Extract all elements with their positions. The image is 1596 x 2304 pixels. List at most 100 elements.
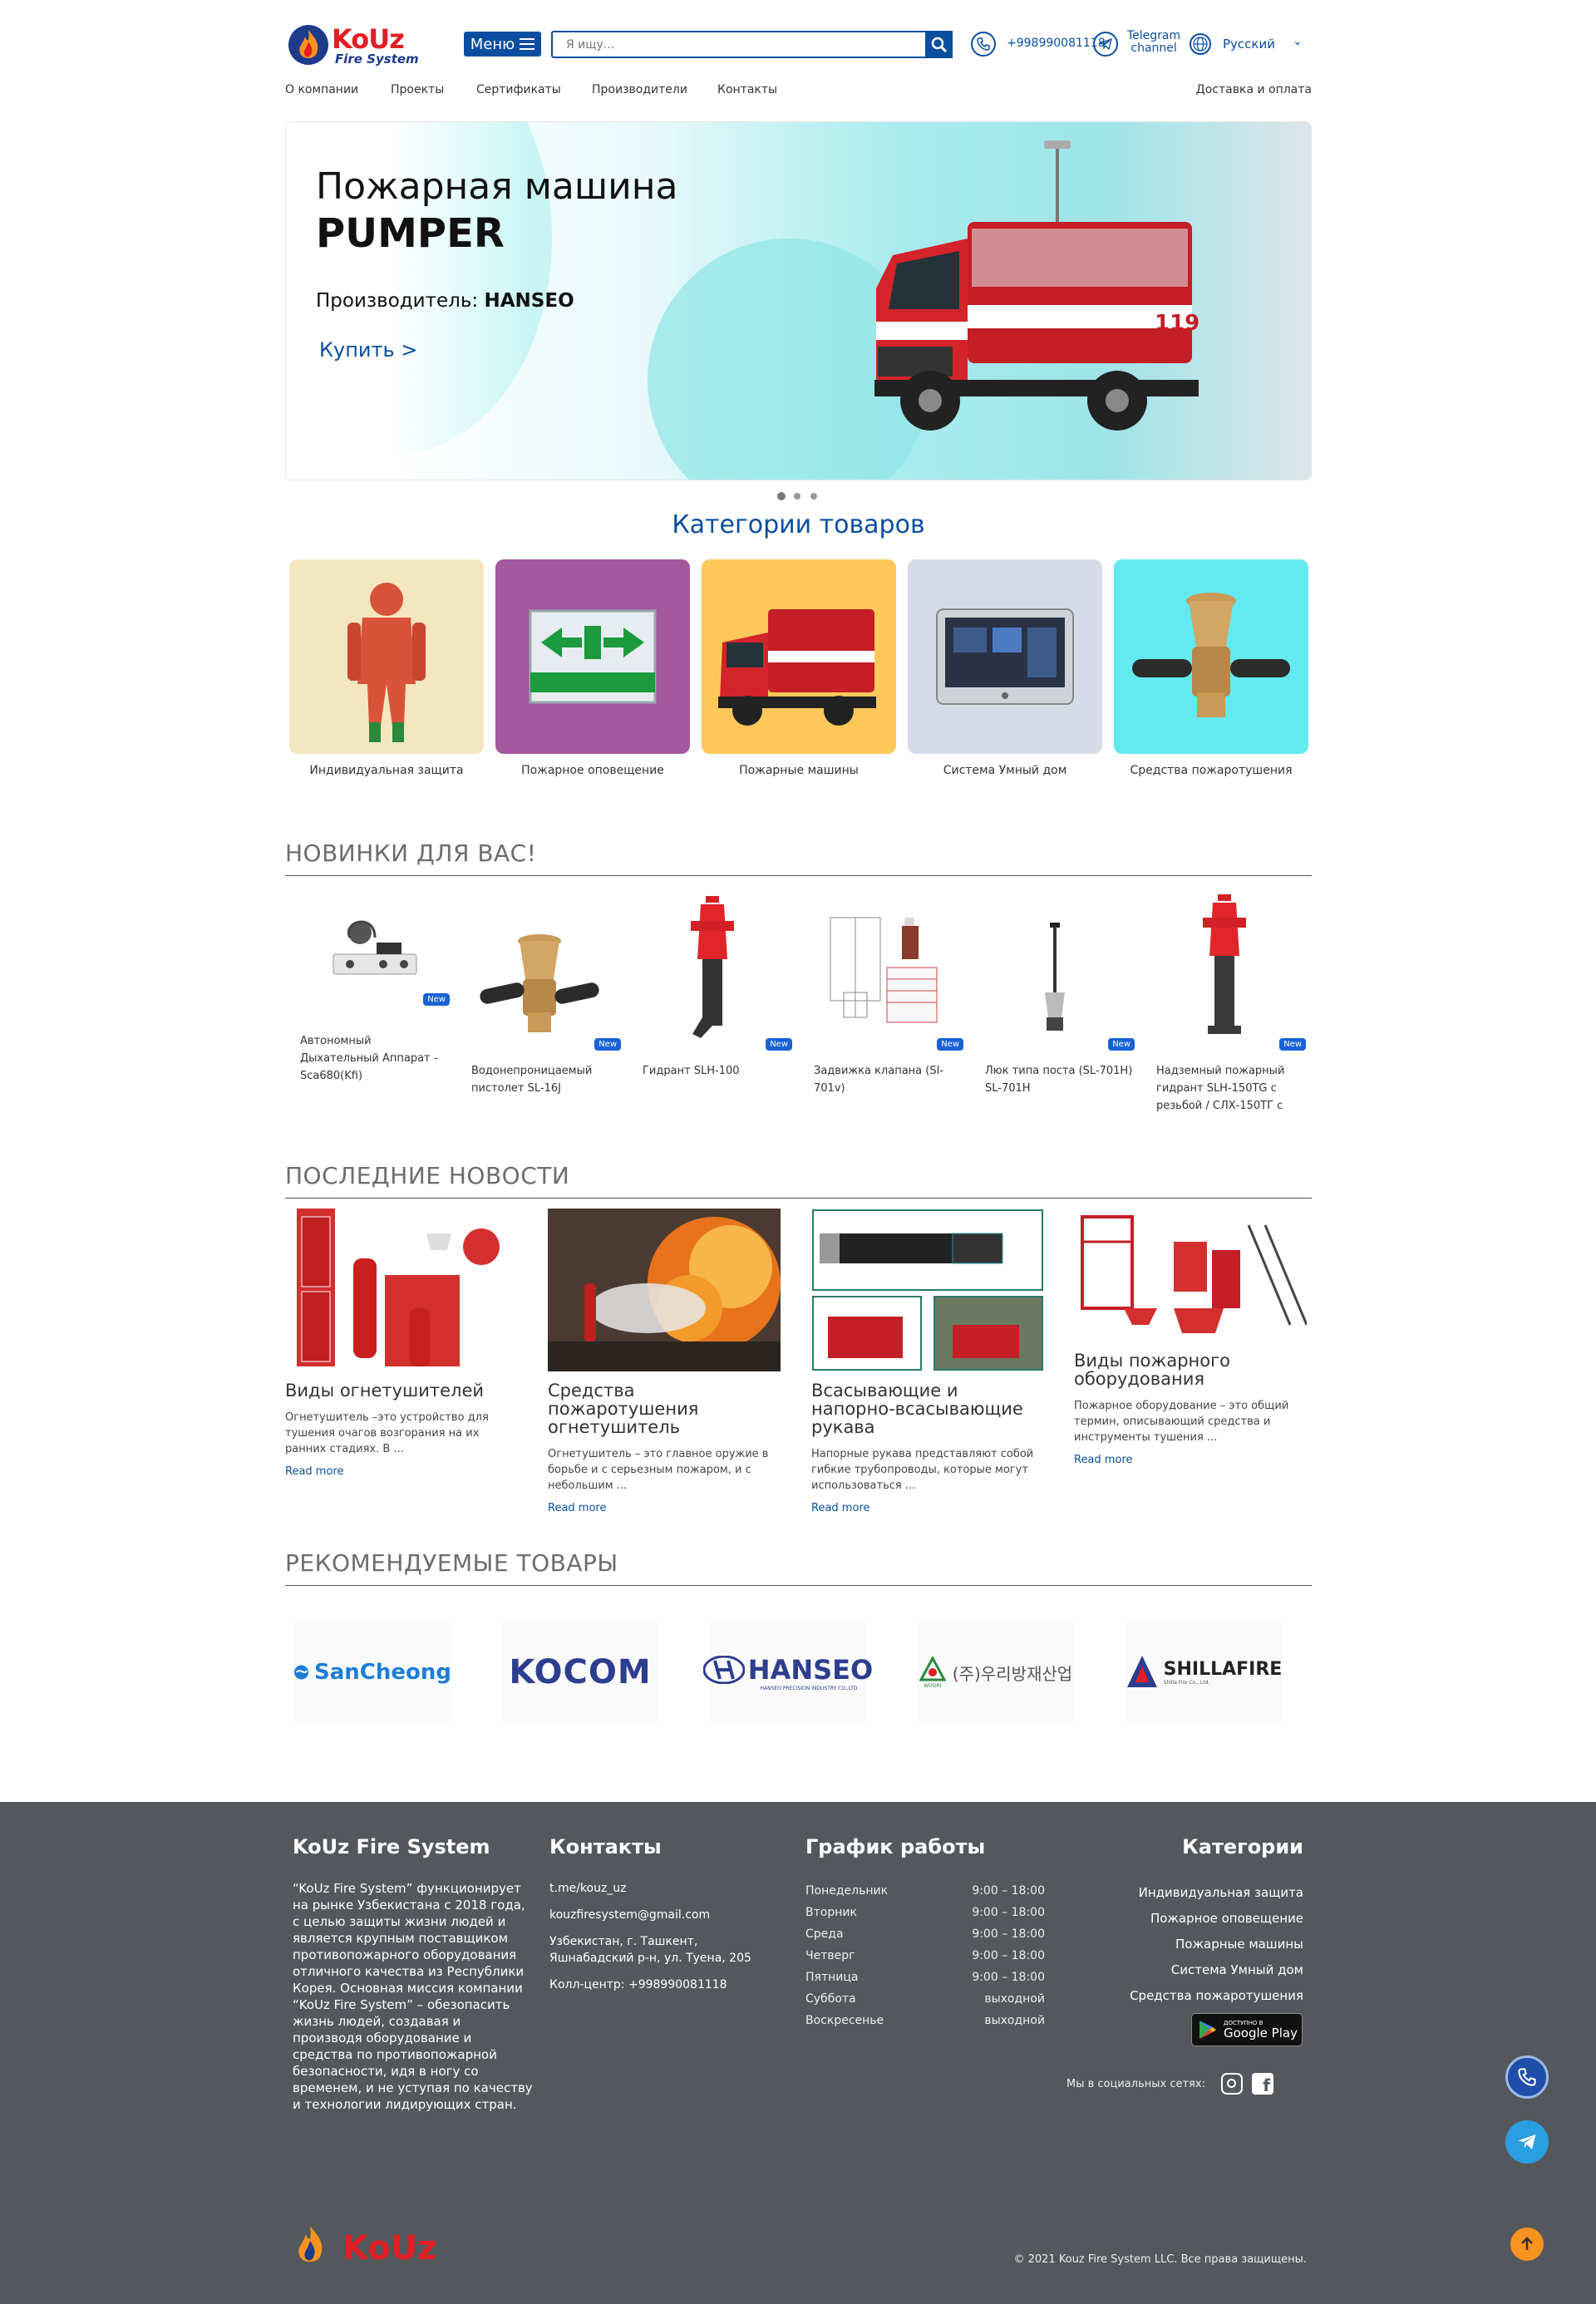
news-card[interactable]: Виды огнетушителей Огнетушитель –это уст…	[285, 1209, 508, 1478]
category-card-smart-home[interactable]: Система Умный дом	[908, 559, 1102, 777]
footer-telegram-link[interactable]: t.me/kouz_uz	[549, 1880, 791, 1897]
schedule-hours: 9:00 – 18:00	[972, 1927, 1045, 1941]
footer-about-text: “KoUz Fire System” функционирует на рынк…	[293, 1881, 533, 2112]
category-card-alarm[interactable]: Пожарное оповещение	[495, 559, 690, 777]
category-label: Средства пожаротушения	[1130, 764, 1293, 777]
product-card[interactable]: New Гидрант SLH-100	[643, 893, 792, 1080]
footer-callcenter[interactable]: Колл-центр: +998990081118	[549, 1977, 791, 1993]
site-footer: KoUz Fire System “KoUz Fire System” функ…	[0, 1802, 1596, 2304]
header-phone[interactable]: +998990081118	[1007, 37, 1106, 50]
arrow-up-icon	[1521, 2237, 1533, 2250]
site-logo[interactable]: KoUz Fire System	[287, 23, 419, 66]
telegram-icon	[1518, 2134, 1536, 2149]
product-card[interactable]: New Задвижка клапана (SI-701v)	[814, 893, 963, 1097]
category-card-protection[interactable]: Индивидуальная защита	[289, 559, 484, 777]
slider-dot-3[interactable]	[810, 493, 817, 500]
product-card[interactable]: New Водонепроницаемый пистолет SL-16J	[471, 893, 621, 1097]
instagram-icon[interactable]	[1221, 2073, 1243, 2095]
new-badge: New	[594, 1038, 621, 1051]
read-more-link[interactable]: Read more	[548, 1502, 781, 1514]
news-card[interactable]: Всасывающие и напорно-всасывающие рукава…	[811, 1209, 1044, 1514]
footer-about: KoUz Fire System “KoUz Fire System” функ…	[293, 1835, 534, 2113]
category-tile	[495, 559, 690, 754]
read-more-link[interactable]: Read more	[1074, 1454, 1307, 1466]
brand-logo-woori[interactable]: WOORI (주)우리방재산업	[917, 1622, 1075, 1722]
new-badge: New	[766, 1038, 792, 1051]
fire-truck-image: 119	[874, 140, 1199, 431]
search-input[interactable]	[553, 32, 919, 57]
search-icon	[931, 37, 947, 52]
brand-logo-kocom[interactable]: KOCOM	[501, 1622, 659, 1722]
news-card[interactable]: Средства пожаротушения огнетушитель Огне…	[548, 1209, 781, 1514]
facebook-icon[interactable]: f	[1252, 2073, 1273, 2095]
schedule-day: Пятница	[805, 1971, 859, 1984]
fire-equipment-image	[1081, 1215, 1307, 1333]
brands-row: SanCheong KOCOM HANSEO HANSEO PRECISION …	[285, 1622, 1312, 1722]
news-card[interactable]: Виды пожарного оборудования Пожарное обо…	[1074, 1209, 1307, 1466]
product-image: New	[300, 863, 450, 1021]
footer-logo[interactable]: KoUz	[283, 2218, 449, 2276]
footer-logo-text: KoUz	[342, 2229, 437, 2267]
phone-icon	[1518, 2068, 1536, 2086]
slider-dot-1[interactable]	[777, 492, 786, 500]
brand-logo-shillafire[interactable]: SHILLAFIRE Shilla Fire Co., Ltd.	[1125, 1622, 1283, 1722]
telegram-icon[interactable]	[1093, 32, 1118, 57]
product-card[interactable]: New Надземный пожарный гидрант SLH-150TG…	[1156, 893, 1306, 1115]
language-select[interactable]: Русский	[1223, 37, 1275, 52]
brand-subtitle: Shilla Fire Co., Ltd.	[1163, 1680, 1210, 1686]
new-badge: New	[1279, 1038, 1306, 1051]
footer-category-link[interactable]: Пожарные машины	[1064, 1932, 1303, 1957]
schedule-day: Понедельник	[805, 1884, 889, 1898]
product-card[interactable]: New Люк типа поста (SL-701H) SL-701H	[985, 893, 1135, 1097]
footer-category-link[interactable]: Система Умный дом	[1064, 1957, 1303, 1983]
schedule-hours: 9:00 – 18:00	[972, 1971, 1045, 1984]
telegram-channel-link[interactable]: Telegram channel	[1127, 30, 1180, 55]
read-more-link[interactable]: Read more	[811, 1502, 1044, 1514]
extinguishers-image	[297, 1209, 500, 1366]
nav-item-about[interactable]: О компании	[285, 83, 358, 96]
scroll-top-button[interactable]	[1510, 2228, 1544, 2261]
brand-logo-sancheong[interactable]: SanCheong	[293, 1622, 451, 1722]
menu-button[interactable]: Меню	[464, 32, 541, 57]
schedule-row: Воскресенье выходной	[805, 2010, 1045, 2031]
nav-item-manufacturers[interactable]: Производители	[592, 83, 687, 96]
brand-name: KOCOM	[509, 1653, 652, 1691]
product-card[interactable]: New Автономный Дыхательный Аппарат - Sca…	[300, 863, 450, 1085]
schedule-row: Четверг 9:00 – 18:00	[805, 1945, 1045, 1967]
nav-item-projects[interactable]: Проекты	[391, 83, 444, 96]
flame-logo-icon	[288, 25, 328, 65]
schedule-day: Вторник	[805, 1906, 857, 1919]
chevron-down-icon[interactable]: ⌄	[1293, 35, 1303, 48]
hamburger-icon	[520, 38, 535, 50]
schedule-day: Суббота	[805, 1992, 856, 2006]
nav-item-certificates[interactable]: Сертификаты	[476, 83, 561, 96]
google-play-button[interactable]: ДОСТУПНО В Google Play	[1191, 2013, 1303, 2046]
brand-logo-hanseo[interactable]: HANSEO HANSEO PRECISION INDUSTRY CO.,LTD	[702, 1622, 873, 1722]
hero-slider[interactable]: Пожарная машина PUMPER Производитель: HA…	[285, 121, 1312, 480]
footer-category-link[interactable]: Средства пожаротушения	[1064, 1983, 1303, 2009]
hero-buy-link[interactable]: Купить >	[319, 338, 417, 362]
footer-email-link[interactable]: kouzfiresystem@gmail.com	[549, 1907, 791, 1923]
nav-item-delivery[interactable]: Доставка и оплата	[1196, 83, 1312, 96]
nav-item-contacts[interactable]: Контакты	[717, 83, 777, 96]
brand-subtitle: WOORI	[924, 1682, 942, 1689]
post-valve-icon	[1045, 923, 1065, 1031]
telegram-float-button[interactable]	[1505, 2120, 1549, 2164]
shillafire-mark-icon	[1126, 1656, 1157, 1687]
category-card-extinguishing[interactable]: Средства пожаротушения	[1114, 559, 1308, 777]
call-float-button[interactable]	[1505, 2055, 1549, 2099]
slider-dot-2[interactable]	[794, 493, 800, 500]
phone-icon[interactable]	[971, 32, 996, 57]
news-excerpt: Огнетушитель – это главное оружие в борь…	[548, 1448, 769, 1492]
schedule-day: Воскресенье	[805, 2014, 884, 2027]
product-image: New	[814, 893, 963, 1051]
recommended-title: РЕКОМЕНДУЕМЫЕ ТОВАРЫ	[285, 1549, 1312, 1586]
footer-category-link[interactable]: Пожарное оповещение	[1064, 1906, 1303, 1932]
footer-category-link[interactable]: Индивидуальная защита	[1064, 1880, 1303, 1906]
exit-sign-icon	[529, 609, 657, 704]
footer-categories: Категории Индивидуальная защита Пожарное…	[1064, 1835, 1303, 2009]
schedule-row: Суббота выходной	[805, 1988, 1045, 2010]
category-card-trucks[interactable]: Пожарные машины	[702, 559, 896, 777]
read-more-link[interactable]: Read more	[285, 1465, 508, 1478]
search-button[interactable]	[925, 31, 953, 58]
